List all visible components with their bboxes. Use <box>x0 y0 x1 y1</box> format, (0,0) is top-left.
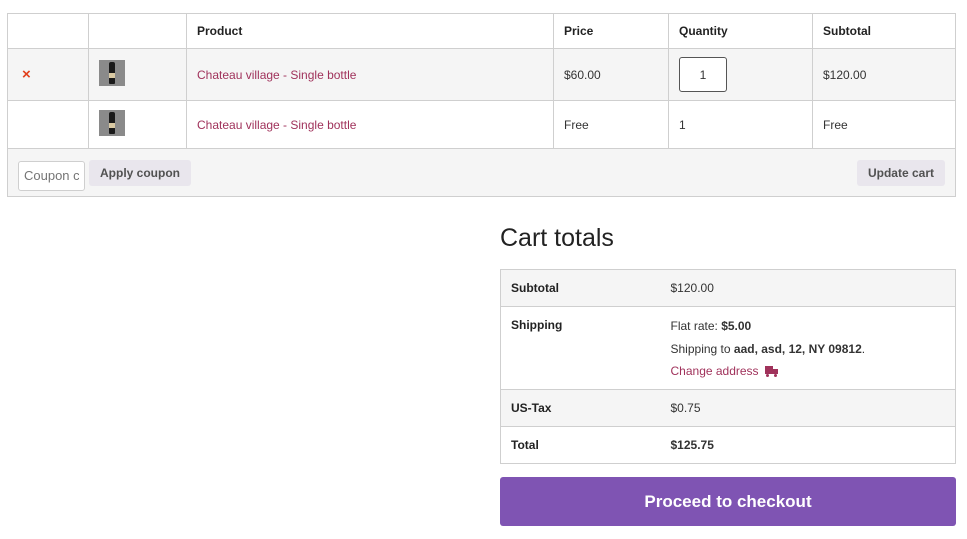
header-price: Price <box>553 13 669 49</box>
product-thumbnail[interactable] <box>99 60 125 86</box>
coupon-input[interactable] <box>18 160 85 191</box>
change-address-label: Change address <box>670 364 759 378</box>
product-cell: Chateau village - Single bottle <box>186 48 554 101</box>
remove-item-button[interactable]: × <box>22 66 31 83</box>
shipping-to-suffix: . <box>861 342 866 356</box>
cart-table-header: Product Price Quantity Subtotal <box>7 13 956 49</box>
header-quantity: Quantity <box>668 13 813 49</box>
price-cell: $60.00 <box>553 48 669 101</box>
product-link[interactable]: Chateau village - Single bottle <box>197 68 356 82</box>
cart-table: Product Price Quantity Subtotal × Chatea… <box>7 13 956 197</box>
header-subtotal: Subtotal <box>812 13 956 49</box>
product-cell: Chateau village - Single bottle <box>186 100 554 149</box>
shipping-method-label: Flat rate: <box>670 319 718 333</box>
shipping-rate: $5.00 <box>721 319 752 333</box>
shipping-to-prefix: Shipping to <box>670 342 731 356</box>
quantity-cell: 1 <box>668 100 813 149</box>
subtotal-label: Subtotal <box>500 269 661 307</box>
cart-totals-table: Subtotal $120.00 Shipping Flat rate: $5.… <box>500 269 956 464</box>
quantity-input[interactable] <box>679 57 727 92</box>
update-cart-button[interactable]: Update cart <box>856 159 945 186</box>
product-thumbnail[interactable] <box>99 110 125 136</box>
remove-cell: × <box>7 48 89 101</box>
header-product: Product <box>186 13 554 49</box>
total-label: Total <box>500 426 661 464</box>
proceed-to-checkout-button[interactable]: Proceed to checkout <box>500 477 956 526</box>
subtotal-value: $120.00 <box>660 269 956 307</box>
price-cell: Free <box>553 100 669 149</box>
product-link[interactable]: Chateau village - Single bottle <box>197 118 356 132</box>
change-address-link[interactable]: Change address <box>671 364 779 378</box>
total-amount: $125.75 <box>670 438 714 452</box>
header-remove <box>7 13 89 49</box>
table-row: × Chateau village - Single bottle $60.00… <box>7 48 956 101</box>
cart-actions: Apply coupon Update cart <box>7 148 956 197</box>
remove-cell <box>7 100 89 149</box>
apply-coupon-button[interactable]: Apply coupon <box>89 159 191 186</box>
table-row: Chateau village - Single bottle Free 1 F… <box>7 100 956 149</box>
totals-row-subtotal: Subtotal $120.00 <box>500 269 956 307</box>
shipping-address: aad, asd, 12, NY 09812 <box>733 342 862 356</box>
truck-icon <box>764 365 779 377</box>
totals-row-shipping: Shipping Flat rate: $5.00 Shipping to aa… <box>500 306 956 390</box>
totals-row-tax: US-Tax $0.75 <box>500 389 956 427</box>
quantity-cell <box>668 48 813 101</box>
shipping-details: Flat rate: $5.00 Shipping to aad, asd, 1… <box>660 306 956 390</box>
shipping-method: Flat rate: $5.00 <box>671 318 946 334</box>
totals-row-total: Total $125.75 <box>500 426 956 464</box>
subtotal-cell: $120.00 <box>812 48 956 101</box>
thumbnail-cell <box>88 100 187 149</box>
thumbnail-cell <box>88 48 187 101</box>
header-thumbnail <box>88 13 187 49</box>
total-value: $125.75 <box>660 426 956 464</box>
coupon-form: Apply coupon <box>18 155 191 191</box>
shipping-label: Shipping <box>500 306 661 390</box>
cart-actions-row: Apply coupon Update cart <box>7 148 956 197</box>
tax-value: $0.75 <box>660 389 956 427</box>
subtotal-cell: Free <box>812 100 956 149</box>
cart-totals-title: Cart totals <box>500 224 614 252</box>
shipping-destination: Shipping to aad, asd, 12, NY 09812. <box>671 341 946 357</box>
tax-label: US-Tax <box>500 389 661 427</box>
